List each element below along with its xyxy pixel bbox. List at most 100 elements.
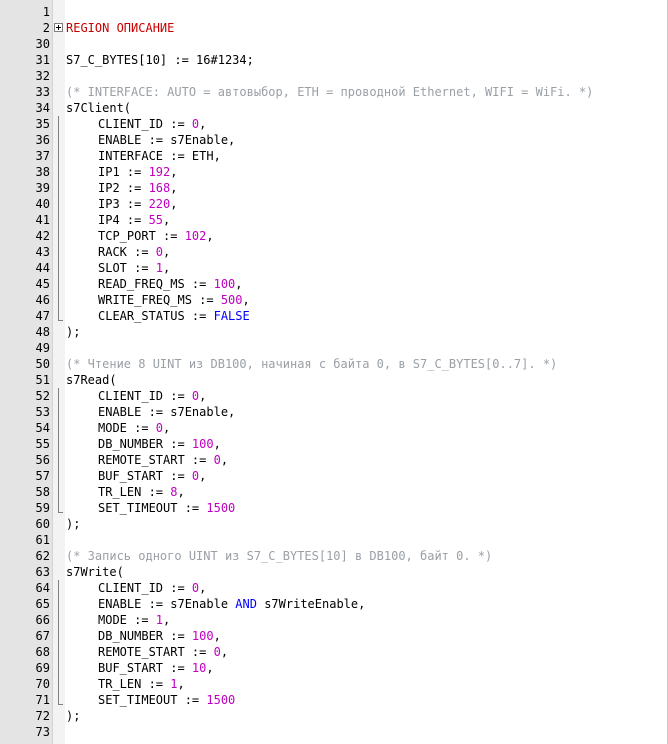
code-line[interactable]: 67 DB_NUMBER := 100, <box>0 628 668 644</box>
code-line[interactable]: 39 IP2 := 168, <box>0 180 668 196</box>
code-token: 102 <box>184 229 207 243</box>
code-token: , <box>213 437 221 451</box>
code-line[interactable]: 56 REMOTE_START := 0, <box>0 452 668 468</box>
fold-end-marker <box>58 320 63 321</box>
line-number: 60 <box>35 517 50 531</box>
code-line[interactable]: 65 ENABLE := s7Enable AND s7WriteEnable, <box>0 596 668 612</box>
fold-expand-icon[interactable] <box>54 23 63 32</box>
code-line[interactable]: 52 CLIENT_ID := 0, <box>0 388 668 404</box>
code-token: READ_FREQ_MS := <box>98 277 214 291</box>
code-text: TCP_PORT := 102, <box>66 228 214 244</box>
code-token: , <box>206 661 214 675</box>
code-line[interactable]: 72); <box>0 708 668 724</box>
line-number: 32 <box>35 69 50 83</box>
code-line[interactable]: 70 TR_LEN := 1, <box>0 676 668 692</box>
line-number: 54 <box>35 421 50 435</box>
code-line[interactable]: 57 BUF_START := 0, <box>0 468 668 484</box>
line-number: 53 <box>35 405 50 419</box>
code-token: DB_NUMBER := <box>98 629 192 643</box>
code-line[interactable]: 58 TR_LEN := 8, <box>0 484 668 500</box>
code-text: CLIENT_ID := 0, <box>66 116 206 132</box>
code-token: 100 <box>213 277 236 291</box>
code-token: , <box>177 677 185 691</box>
code-line[interactable]: 42 TCP_PORT := 102, <box>0 228 668 244</box>
line-number: 36 <box>35 133 50 147</box>
code-line[interactable]: 54 MODE := 0, <box>0 420 668 436</box>
line-number: 52 <box>35 389 50 403</box>
code-line[interactable]: 47 CLEAR_STATUS := FALSE <box>0 308 668 324</box>
code-line[interactable]: 64 CLIENT_ID := 0, <box>0 580 668 596</box>
code-line[interactable]: 49 <box>0 340 668 356</box>
code-token: , <box>206 229 214 243</box>
code-text: RACK := 0, <box>66 244 170 260</box>
code-line[interactable]: 46 WRITE_FREQ_MS := 500, <box>0 292 668 308</box>
code-line[interactable]: 68 REMOTE_START := 0, <box>0 644 668 660</box>
code-line[interactable]: 55 DB_NUMBER := 100, <box>0 436 668 452</box>
code-line[interactable]: 2 REGION ОПИСАНИЕ <box>0 20 668 36</box>
line-number: 66 <box>35 613 50 627</box>
fold-guide-line <box>58 116 59 320</box>
code-text: s7Write( <box>66 564 124 580</box>
code-text: S7_C_BYTES[10] := 16#1234; <box>66 52 254 68</box>
code-line[interactable]: 66 MODE := 1, <box>0 612 668 628</box>
code-token: 0 <box>155 421 164 435</box>
fold-guide-line <box>58 388 59 512</box>
code-line[interactable]: 71 SET_TIMEOUT := 1500 <box>0 692 668 708</box>
code-area[interactable]: 1 2 REGION ОПИСАНИЕ 30 31 S7_C_BYTES[10] := 1… <box>0 4 668 740</box>
code-line[interactable]: 45 READ_FREQ_MS := 100, <box>0 276 668 292</box>
code-token: , <box>163 245 171 259</box>
code-line[interactable]: 38 IP1 := 192, <box>0 164 668 180</box>
code-text: BUF_START := 10, <box>66 660 214 676</box>
code-token: 0 <box>213 645 221 659</box>
code-token: RACK := <box>98 245 156 259</box>
code-token: , <box>199 581 207 595</box>
code-line[interactable]: 48); <box>0 324 668 340</box>
code-token: CLIENT_ID := <box>98 389 192 403</box>
code-text: SET_TIMEOUT := 1500 <box>66 692 235 708</box>
code-line[interactable]: 32 <box>0 68 668 84</box>
code-line[interactable]: 51 s7Read( <box>0 372 668 388</box>
code-token: , <box>163 421 171 435</box>
code-token: , <box>199 469 207 483</box>
code-token: s7Write( <box>66 565 124 579</box>
code-line[interactable]: 41 IP4 := 55, <box>0 212 668 228</box>
code-line[interactable]: 31 S7_C_BYTES[10] := 16#1234; <box>0 52 668 68</box>
code-line[interactable]: 37 INTERFACE := ETH, <box>0 148 668 164</box>
code-line[interactable]: 60); <box>0 516 668 532</box>
code-line[interactable]: 61 <box>0 532 668 548</box>
code-token: ); <box>66 325 81 339</box>
code-token: 220 <box>148 197 171 211</box>
code-line[interactable]: 40 IP3 := 220, <box>0 196 668 212</box>
line-number: 62 <box>35 549 50 563</box>
code-line[interactable]: 63 s7Write( <box>0 564 668 580</box>
code-line[interactable]: 62 (* Запись одного UINT из S7_C_BYTES[10… <box>0 548 668 564</box>
line-number: 2 <box>42 21 50 35</box>
code-line[interactable]: 43 RACK := 0, <box>0 244 668 260</box>
code-line[interactable]: 34 s7Client( <box>0 100 668 116</box>
line-number: 51 <box>35 373 50 387</box>
code-line[interactable]: 73 <box>0 724 668 740</box>
code-line[interactable]: 59 SET_TIMEOUT := 1500 <box>0 500 668 516</box>
line-number: 48 <box>35 325 50 339</box>
code-token: , <box>170 197 178 211</box>
code-token: 1500 <box>206 501 236 515</box>
code-token: TR_LEN := <box>98 677 171 691</box>
code-line[interactable]: 36 ENABLE := s7Enable, <box>0 132 668 148</box>
code-line[interactable]: 1 <box>0 4 668 20</box>
line-number: 42 <box>35 229 50 243</box>
code-line[interactable]: 30 <box>0 36 668 52</box>
code-text: DB_NUMBER := 100, <box>66 436 221 452</box>
fold-end-marker <box>58 704 63 705</box>
code-editor[interactable]: 1 2 REGION ОПИСАНИЕ 30 31 S7_C_BYTES[10] := 1… <box>0 0 668 744</box>
code-line[interactable]: 33 (* INTERFACE: AUTO = автовыбор, ETH = … <box>0 84 668 100</box>
code-line[interactable]: 35 CLIENT_ID := 0, <box>0 116 668 132</box>
code-token: s7Client( <box>66 101 132 115</box>
code-token: DB_NUMBER := <box>98 437 192 451</box>
code-line[interactable]: 53 ENABLE := s7Enable, <box>0 404 668 420</box>
code-line[interactable]: 44 SLOT := 1, <box>0 260 668 276</box>
code-line[interactable]: 50 (* Чтение 8 UINT из DB100, начиная с б… <box>0 356 668 372</box>
code-token: CLIENT_ID := <box>98 117 192 131</box>
code-line[interactable]: 69 BUF_START := 10, <box>0 660 668 676</box>
line-number: 31 <box>35 53 50 67</box>
fold-guide-line <box>58 580 59 704</box>
